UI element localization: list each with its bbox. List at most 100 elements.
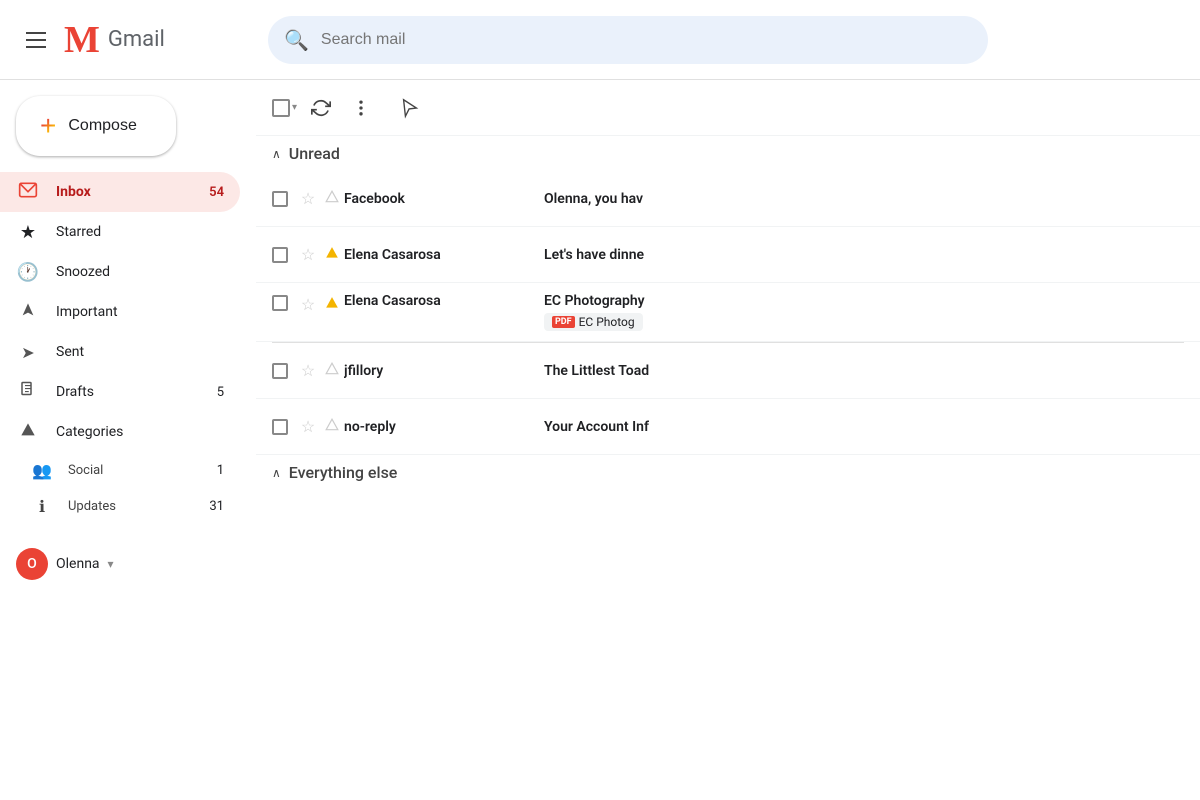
sidebar-item-starred[interactable]: ★ Starred — [0, 212, 240, 252]
important-ec2[interactable] — [320, 293, 344, 314]
more-options-button[interactable] — [345, 92, 377, 124]
everything-else-section-header[interactable]: ∧ Everything else — [256, 455, 1200, 490]
search-icon: 🔍 — [284, 28, 309, 52]
refresh-icon — [311, 98, 331, 118]
sidebar-item-social[interactable]: 👥 Social 1 — [0, 452, 240, 488]
table-row[interactable]: ☆ no-reply Your Account Inf — [256, 399, 1200, 455]
row-checkbox-noreply[interactable] — [272, 419, 296, 435]
important-noreply[interactable] — [320, 417, 344, 436]
select-all-area[interactable]: ▾ — [272, 99, 297, 117]
inbox-icon — [16, 180, 40, 205]
content-facebook: Olenna, you hav — [544, 191, 1184, 207]
more-options-icon — [351, 98, 371, 118]
pdf-icon: PDF — [552, 316, 575, 328]
row-checkbox-ec2[interactable] — [272, 293, 296, 311]
cursor-icon — [399, 97, 421, 119]
sidebar-item-inbox[interactable]: Inbox 54 — [0, 172, 240, 212]
important-jfillory[interactable] — [320, 361, 344, 380]
user-area[interactable]: O Olenna ▾ — [0, 540, 256, 588]
checkbox-ec1[interactable] — [272, 247, 288, 263]
star-ec2[interactable]: ☆ — [296, 293, 320, 314]
important-label: Important — [56, 304, 224, 320]
attachment-label-ec2: EC Photog — [579, 315, 635, 329]
updates-badge: 31 — [209, 499, 224, 514]
categories-label: Categories — [56, 424, 224, 440]
table-row[interactable]: ☆ Elena Casarosa Let's have dinne — [256, 227, 1200, 283]
table-row[interactable]: ☆ Elena Casarosa EC Photography PDF EC P… — [256, 283, 1200, 342]
select-all-checkbox[interactable] — [272, 99, 290, 117]
social-label: Social — [68, 463, 201, 478]
everything-else-caret-icon: ∧ — [272, 466, 281, 480]
sidebar-item-categories[interactable]: Categories — [0, 412, 240, 452]
gmail-m-icon: M — [64, 21, 100, 59]
content-ec1: Let's have dinne — [544, 247, 1184, 263]
drafts-label: Drafts — [56, 384, 201, 400]
sidebar-item-updates[interactable]: ℹ Updates 31 — [0, 488, 240, 524]
important-ec1[interactable] — [320, 245, 344, 264]
inbox-badge: 54 — [209, 185, 224, 200]
sidebar-item-sent[interactable]: ➤ Sent — [0, 332, 240, 372]
hamburger-line — [26, 32, 46, 34]
checkbox-ec2[interactable] — [272, 295, 288, 311]
row-checkbox-jfillory[interactable] — [272, 363, 296, 379]
social-badge: 1 — [217, 463, 224, 478]
gmail-text-label: Gmail — [108, 27, 165, 52]
username-label: Olenna — [56, 556, 100, 572]
checkbox-facebook[interactable] — [272, 191, 288, 207]
subject-noreply: Your Account Inf — [544, 419, 1184, 435]
row-checkbox-facebook[interactable] — [272, 191, 296, 207]
sender-ec1: Elena Casarosa — [344, 247, 544, 263]
mail-list: ∧ Unread ☆ Facebook Olenna, you hav — [256, 136, 1200, 800]
compose-button[interactable]: + Compose — [16, 96, 176, 156]
table-row[interactable]: ☆ jfillory The Littlest Toad — [256, 343, 1200, 399]
subject-ec1: Let's have dinne — [544, 247, 1184, 263]
mail-toolbar: ▾ — [256, 80, 1200, 136]
sidebar-item-important[interactable]: Important — [0, 292, 240, 332]
hamburger-button[interactable] — [16, 20, 56, 60]
refresh-button[interactable] — [305, 92, 337, 124]
snoozed-icon: 🕐 — [16, 262, 40, 283]
sidebar-item-drafts[interactable]: Drafts 5 — [0, 372, 240, 412]
sent-label: Sent — [56, 344, 224, 360]
updates-icon: ℹ — [32, 497, 52, 516]
checkbox-jfillory[interactable] — [272, 363, 288, 379]
sidebar: + Compose Inbox 54 ★ Starred 🕐 Snoozed I… — [0, 80, 256, 800]
hamburger-line — [26, 46, 46, 48]
checkbox-noreply[interactable] — [272, 419, 288, 435]
body-wrap: + Compose Inbox 54 ★ Starred 🕐 Snoozed I… — [0, 80, 1200, 800]
everything-else-label: Everything else — [289, 463, 398, 482]
subject-ec2: EC Photography — [544, 293, 1184, 309]
sidebar-item-snoozed[interactable]: 🕐 Snoozed — [0, 252, 240, 292]
starred-icon: ★ — [16, 222, 40, 243]
star-facebook[interactable]: ☆ — [296, 189, 320, 208]
inbox-label: Inbox — [56, 184, 193, 200]
compose-plus-icon: + — [40, 112, 56, 140]
table-row[interactable]: ☆ Facebook Olenna, you hav — [256, 171, 1200, 227]
search-bar[interactable]: 🔍 — [268, 16, 988, 64]
sender-noreply: no-reply — [344, 419, 544, 435]
social-icon: 👥 — [32, 461, 52, 480]
sender-facebook: Facebook — [344, 191, 544, 207]
important-icon — [16, 302, 40, 322]
star-ec1[interactable]: ☆ — [296, 245, 320, 264]
unread-section-header[interactable]: ∧ Unread — [256, 136, 1200, 171]
select-all-caret-icon[interactable]: ▾ — [292, 102, 297, 113]
mail-area: ▾ ∧ Unread ☆ — [256, 80, 1200, 800]
attachment-ec2: PDF EC Photog — [544, 313, 643, 331]
important-facebook[interactable] — [320, 189, 344, 208]
cursor-button[interactable] — [393, 91, 427, 125]
avatar: O — [16, 548, 48, 580]
unread-section-caret-icon: ∧ — [272, 147, 281, 161]
row-checkbox-ec1[interactable] — [272, 247, 296, 263]
subject-facebook: Olenna, you hav — [544, 191, 1184, 207]
star-noreply[interactable]: ☆ — [296, 417, 320, 436]
sent-icon: ➤ — [16, 343, 40, 362]
subject-jfillory: The Littlest Toad — [544, 363, 1184, 379]
content-noreply: Your Account Inf — [544, 419, 1184, 435]
compose-label: Compose — [68, 117, 136, 135]
star-jfillory[interactable]: ☆ — [296, 361, 320, 380]
search-input[interactable] — [321, 31, 972, 49]
drafts-icon — [16, 381, 40, 404]
updates-label: Updates — [68, 499, 193, 514]
drafts-badge: 5 — [217, 385, 224, 400]
